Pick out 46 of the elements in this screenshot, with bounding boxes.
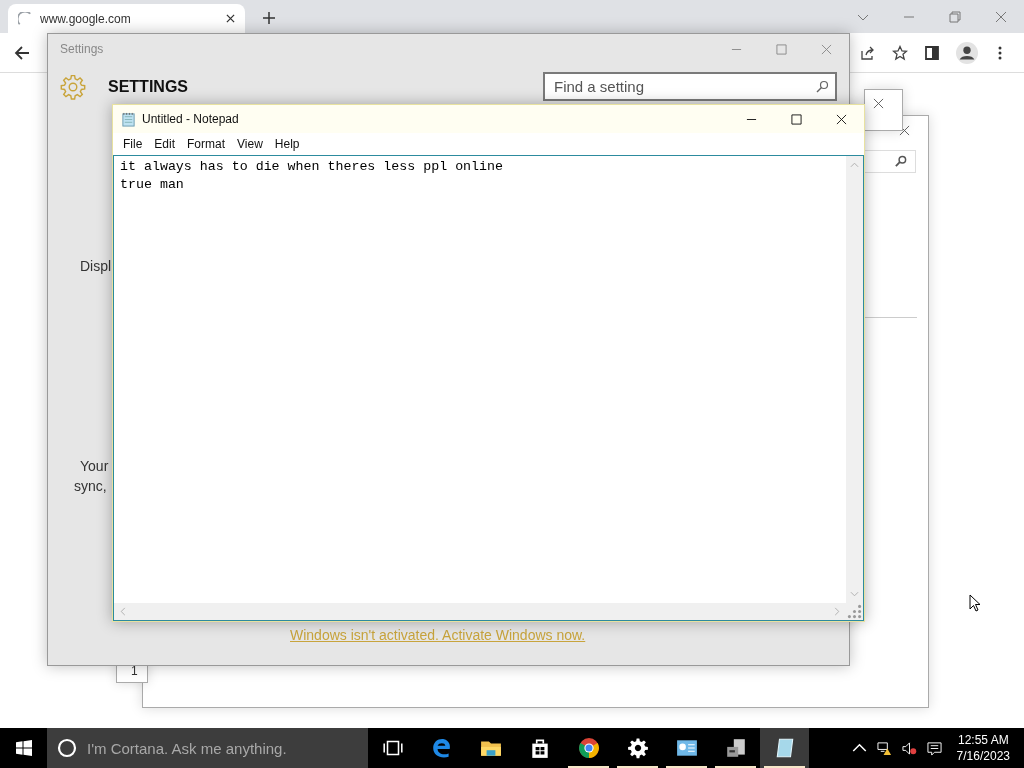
cortana-circle-icon <box>57 738 77 758</box>
search-icon <box>894 155 907 168</box>
tab-title: www.google.com <box>40 11 132 26</box>
network-warning-icon[interactable] <box>876 740 892 756</box>
notepad-icon <box>121 111 136 127</box>
clock-date: 7/16/2023 <box>956 748 1010 764</box>
setting-label: sync, <box>74 478 107 494</box>
taskbar-notepad-button[interactable] <box>760 728 809 768</box>
control-panel-icon <box>675 737 698 759</box>
search-field[interactable]: Find a setting <box>543 72 837 101</box>
start-button-icon[interactable] <box>16 740 32 756</box>
window-title: Settings <box>60 42 104 56</box>
new-tab-icon[interactable] <box>263 12 275 24</box>
menu-item[interactable]: File <box>117 137 149 151</box>
drive-icon <box>724 737 747 759</box>
menu-item[interactable]: View <box>231 137 269 151</box>
setting-label: Displ <box>80 258 112 274</box>
menu-item[interactable]: Edit <box>148 137 182 151</box>
close-icon[interactable] <box>836 113 847 125</box>
menu-item[interactable]: Format <box>181 137 232 151</box>
maximize-icon[interactable] <box>791 113 802 125</box>
gear-icon <box>626 737 649 759</box>
browser-logo-icon <box>577 737 600 759</box>
close-icon[interactable] <box>873 98 884 109</box>
notification-icon[interactable] <box>926 740 942 756</box>
back-arrow-icon[interactable] <box>14 44 30 61</box>
settings-heading: SETTINGS <box>108 77 188 96</box>
profile-icon[interactable] <box>956 41 978 64</box>
star-icon[interactable] <box>892 44 908 61</box>
setting-label: Your <box>80 458 109 474</box>
close-tab-icon[interactable] <box>226 14 235 23</box>
clock-time: 12:55 AM <box>957 732 1009 748</box>
cortana-search-field[interactable]: I'm Cortana. Ask me anything. <box>47 728 368 768</box>
edge-icon <box>430 737 453 759</box>
menu-item[interactable]: Help <box>268 137 306 151</box>
close-icon[interactable] <box>899 125 910 136</box>
speaker-muted-icon[interactable] <box>901 740 917 756</box>
browser-tab[interactable]: www.google.com <box>8 4 245 33</box>
side-panel-icon[interactable] <box>924 44 940 61</box>
share-icon[interactable] <box>860 44 876 61</box>
mouse-pointer-icon <box>969 594 981 612</box>
search-icon <box>815 80 829 94</box>
window-label: 1 <box>131 664 138 678</box>
gear-icon <box>60 73 86 100</box>
clock[interactable]: 12:55 AM 7/16/2023 <box>946 732 1024 764</box>
window-title: Untitled - Notepad <box>142 112 239 126</box>
